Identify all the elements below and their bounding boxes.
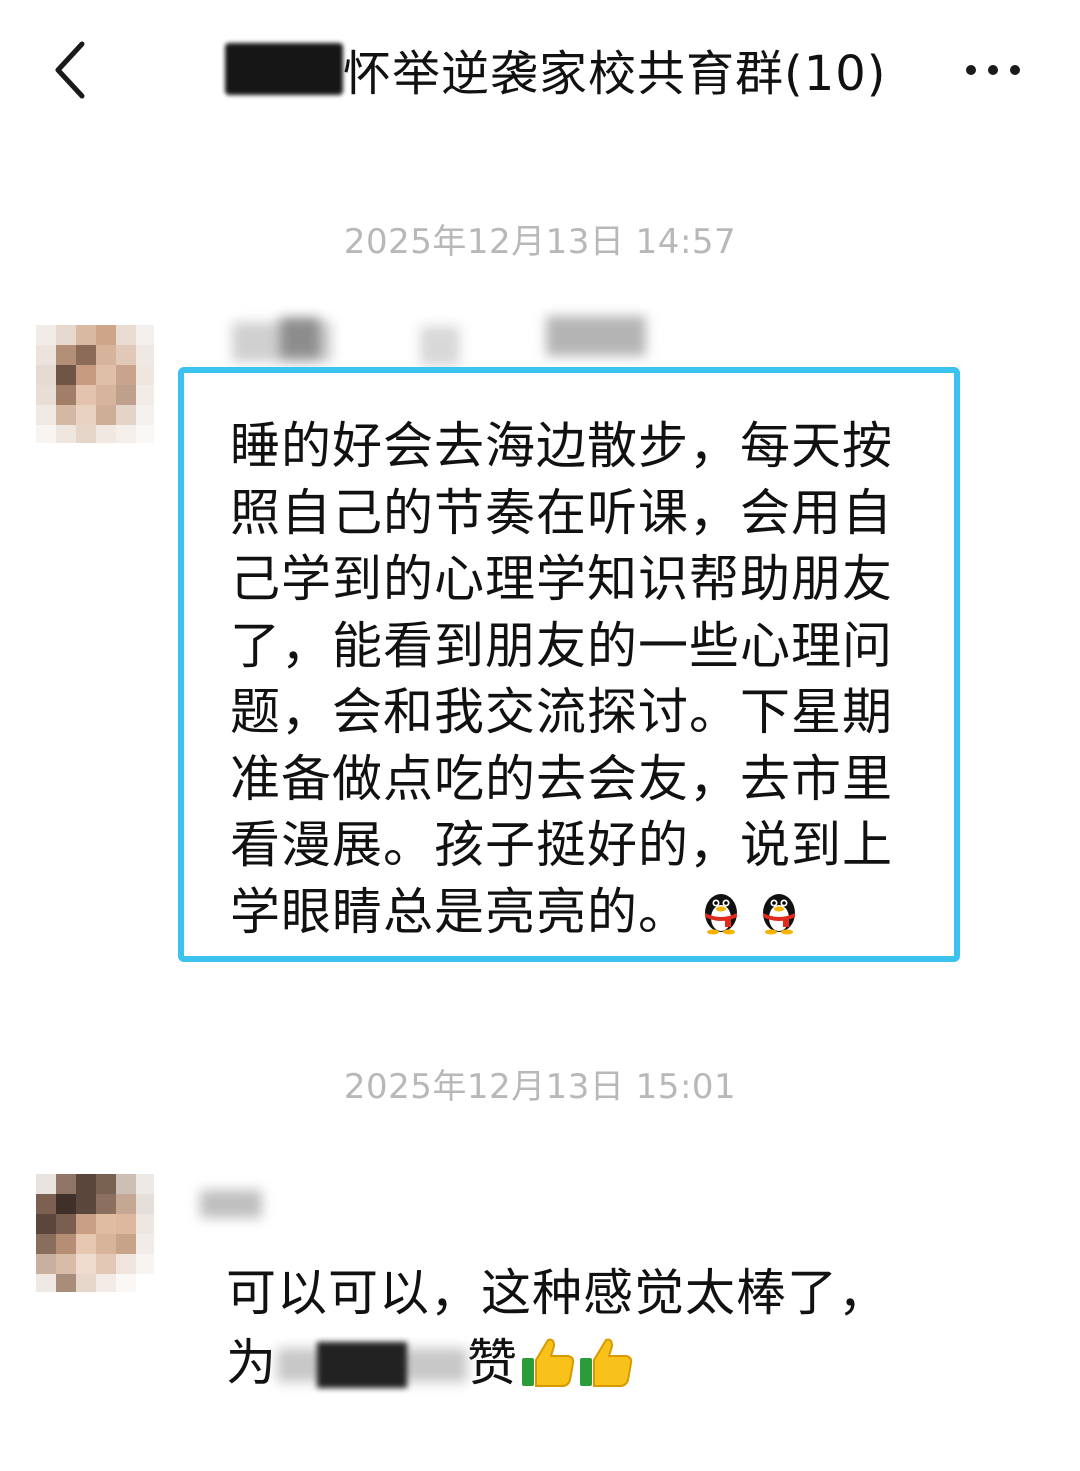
avatar-pixel xyxy=(116,365,136,385)
message-text: 睡的好会去海边散步，每天按照自己的节奏在听课，会用自己学到的心理学知识帮助朋友了… xyxy=(230,413,910,951)
avatar-pixel xyxy=(36,345,56,365)
avatar-pixel xyxy=(116,405,136,425)
thumbs-up-icon xyxy=(578,1336,634,1406)
avatar-pixel xyxy=(56,1174,76,1194)
avatar-pixel xyxy=(136,365,154,385)
avatar-pixel xyxy=(56,325,76,345)
avatar-pixel xyxy=(56,405,76,425)
avatar-pixel xyxy=(116,1274,136,1292)
avatar-pixel xyxy=(56,1214,76,1234)
avatar-pixel xyxy=(36,1274,56,1292)
group-name: 怀举逆袭家校共育群(10) xyxy=(343,46,887,102)
avatar-pixel xyxy=(136,1194,154,1214)
penguin-icon xyxy=(753,883,805,952)
highlighted-message-bubble[interactable]: 睡的好会去海边散步，每天按照自己的节奏在听课，会用自己学到的心理学知识帮助朋友了… xyxy=(178,367,960,962)
avatar-pixel xyxy=(56,365,76,385)
avatar-pixel xyxy=(36,1174,56,1194)
avatar-pixel xyxy=(136,325,154,345)
avatar-pixel xyxy=(116,425,136,443)
chat-header: 怀举逆袭家校共育群(10) xyxy=(0,0,1080,140)
more-options-button[interactable] xyxy=(958,40,1028,100)
back-button[interactable] xyxy=(40,36,100,104)
redacted-name xyxy=(277,1342,467,1388)
avatar-pixel xyxy=(116,1214,136,1234)
redacted-title-prefix xyxy=(225,43,343,95)
reply-prefix: 为 xyxy=(226,1334,277,1392)
avatar-pixel xyxy=(76,385,96,405)
avatar-pixel xyxy=(96,1174,116,1194)
avatar-pixel xyxy=(76,425,96,443)
avatar-pixel xyxy=(76,1214,96,1234)
avatar-pixel xyxy=(136,385,154,405)
avatar-pixel xyxy=(76,365,96,385)
avatar-pixel xyxy=(56,1254,76,1274)
avatar-pixel xyxy=(96,1194,116,1214)
avatar-pixel xyxy=(116,325,136,345)
avatar-pixel xyxy=(56,345,76,365)
avatar-pixel xyxy=(56,1274,76,1292)
avatar-pixel xyxy=(36,425,56,443)
penguin-icon xyxy=(695,883,747,952)
more-dot xyxy=(1010,65,1020,75)
avatar-pixel xyxy=(136,1174,154,1194)
avatar-pixel xyxy=(96,1214,116,1234)
avatar-pixel xyxy=(76,1254,96,1274)
avatar-pixel xyxy=(96,365,116,385)
message-body: 睡的好会去海边散步，每天按照自己的节奏在听课，会用自己学到的心理学知识帮助朋友了… xyxy=(230,417,893,941)
more-dots-icon xyxy=(966,65,976,75)
avatar-pixel xyxy=(36,385,56,405)
avatar-pixel xyxy=(116,345,136,365)
chat-title: 怀举逆袭家校共育群(10) xyxy=(225,34,887,104)
message-timestamp: 2025年12月13日 14:57 xyxy=(343,222,737,262)
avatar-pixel xyxy=(36,365,56,385)
avatar-pixel xyxy=(136,1254,154,1274)
avatar-pixel xyxy=(96,325,116,345)
avatar-pixel xyxy=(36,325,56,345)
avatar-pixel xyxy=(116,1194,136,1214)
avatar-pixel xyxy=(36,405,56,425)
avatar-pixel xyxy=(56,385,76,405)
reply-suffix: 赞 xyxy=(467,1334,518,1392)
avatar-pixel xyxy=(116,1174,136,1194)
avatar-pixel xyxy=(136,1214,154,1234)
avatar-pixel xyxy=(36,1194,56,1214)
avatar-pixel xyxy=(56,1194,76,1214)
avatar-pixel xyxy=(36,1254,56,1274)
avatar-pixel xyxy=(96,1234,116,1254)
thumbs-up-icon xyxy=(520,1336,576,1406)
avatar-pixel xyxy=(136,425,154,443)
avatar-pixel xyxy=(76,1234,96,1254)
avatar-pixel xyxy=(96,1254,116,1274)
avatar-pixel xyxy=(136,1274,154,1292)
avatar-pixel xyxy=(56,1234,76,1254)
avatar-pixel xyxy=(76,345,96,365)
avatar-pixel xyxy=(76,1274,96,1292)
avatar[interactable] xyxy=(36,1174,154,1292)
chevron-left-icon xyxy=(55,41,85,99)
avatar-pixel xyxy=(96,1274,116,1292)
avatar-pixel xyxy=(96,425,116,443)
avatar-pixel xyxy=(76,325,96,345)
avatar-pixel xyxy=(116,385,136,405)
avatar-pixel xyxy=(116,1234,136,1254)
avatar-pixel xyxy=(96,405,116,425)
avatar-pixel xyxy=(96,345,116,365)
avatar-pixel xyxy=(136,1234,154,1254)
avatar-pixel xyxy=(56,425,76,443)
avatar-pixel xyxy=(76,1194,96,1214)
avatar-pixel xyxy=(36,1214,56,1234)
avatar-pixel xyxy=(36,1234,56,1254)
reply-line-1: 可以可以，这种感觉太棒了， xyxy=(226,1264,889,1322)
avatar-pixel xyxy=(136,345,154,365)
avatar-pixel xyxy=(96,385,116,405)
avatar-pixel xyxy=(116,1254,136,1274)
message-text[interactable]: 可以可以，这种感觉太棒了， 为赞 xyxy=(226,1258,926,1406)
reply-line-2: 为赞 xyxy=(226,1328,926,1406)
avatar-pixel xyxy=(76,1174,96,1194)
avatar-pixel xyxy=(76,405,96,425)
message-timestamp: 2025年12月13日 15:01 xyxy=(343,1067,737,1107)
more-dot xyxy=(988,65,998,75)
avatar-pixel xyxy=(136,405,154,425)
avatar[interactable] xyxy=(36,325,154,443)
